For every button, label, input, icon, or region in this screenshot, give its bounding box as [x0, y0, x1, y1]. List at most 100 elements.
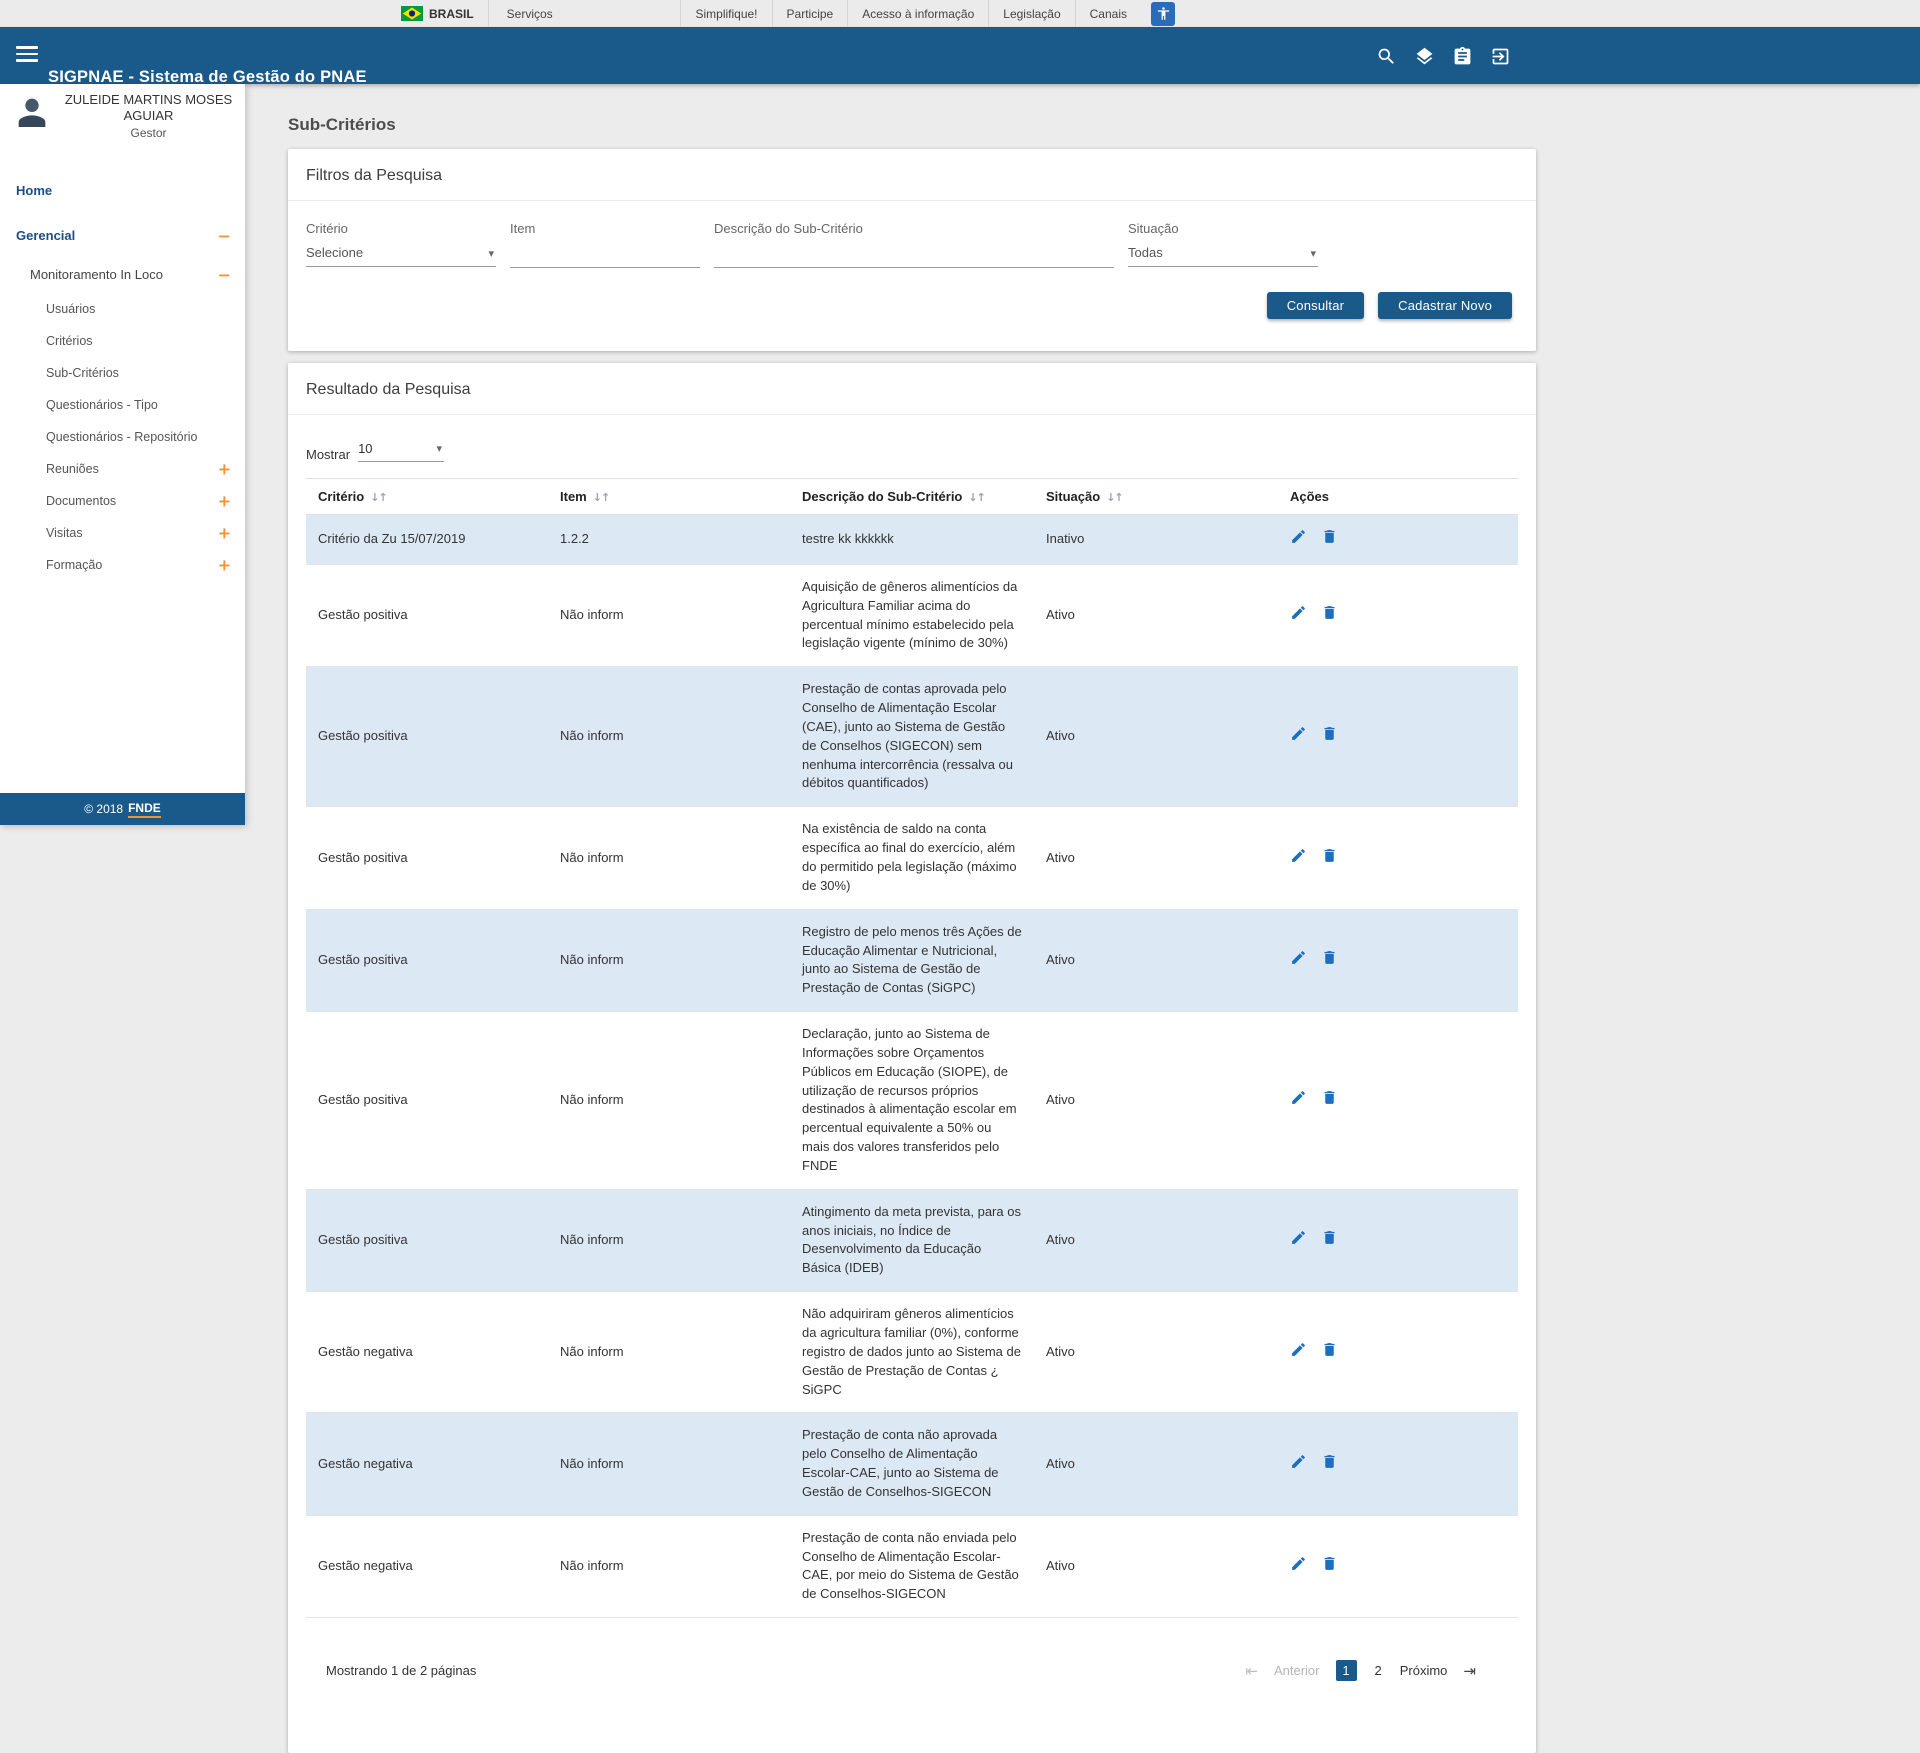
- collapse-icon[interactable]: −: [218, 265, 231, 284]
- edit-button[interactable]: [1290, 604, 1307, 627]
- sort-icon[interactable]: ↓↑: [370, 491, 387, 504]
- column-header-item[interactable]: Item ↓↑: [548, 478, 790, 515]
- cell-criterio: Critério da Zu 15/07/2019: [306, 514, 548, 565]
- cell-situacao: Ativo: [1034, 1412, 1278, 1516]
- edit-pencil-icon: [1292, 1342, 1305, 1356]
- sidebar-item-reunioes[interactable]: Reuniões +: [0, 453, 245, 485]
- criterio-select[interactable]: Selecione ▾: [306, 241, 496, 267]
- cell-acoes: [1278, 1291, 1518, 1414]
- column-header-situacao[interactable]: Situação ↓↑: [1034, 478, 1278, 515]
- cadastrar-novo-button[interactable]: Cadastrar Novo: [1378, 292, 1512, 319]
- expand-icon[interactable]: +: [218, 556, 231, 575]
- edit-button[interactable]: [1290, 949, 1307, 972]
- cell-item: Não inform: [548, 1011, 790, 1190]
- sort-icon[interactable]: ↓↑: [593, 491, 610, 504]
- govbar-link-participe[interactable]: Participe: [771, 0, 848, 27]
- edit-pencil-icon: [1292, 1231, 1305, 1244]
- delete-button[interactable]: [1321, 528, 1338, 551]
- sidebar-item-questionarios-tipo[interactable]: Questionários - Tipo: [0, 389, 245, 421]
- page-size-select[interactable]: 10 ▾: [358, 439, 445, 462]
- chevron-down-icon: ▾: [436, 442, 443, 455]
- accessibility-button[interactable]: [1151, 1, 1175, 26]
- column-label: Situação: [1046, 489, 1101, 504]
- next-page-button[interactable]: Próximo: [1400, 1663, 1448, 1678]
- expand-icon[interactable]: +: [218, 524, 231, 543]
- sidebar-item-monitoramento-in-loco[interactable]: Monitoramento In Loco −: [0, 256, 245, 293]
- item-label: Item: [510, 221, 536, 236]
- main-content: Sub-Critérios Filtros da Pesquisa Critér…: [288, 84, 1536, 1753]
- sidebar-item-formacao[interactable]: Formação +: [0, 549, 245, 581]
- govbar-link-legislacao[interactable]: Legislação: [988, 0, 1074, 27]
- delete-button[interactable]: [1321, 1089, 1338, 1112]
- last-page-icon[interactable]: ⇥: [1463, 1662, 1476, 1680]
- descricao-input[interactable]: [714, 241, 1114, 268]
- collapse-icon[interactable]: −: [218, 226, 231, 245]
- table-row: Gestão positiva Não inform Atingimento da …: [306, 1189, 1518, 1293]
- results-card-title: Resultado da Pesquisa: [288, 363, 1536, 415]
- logout-button[interactable]: [1488, 44, 1512, 68]
- sidebar-item-usuarios[interactable]: Usuários: [0, 293, 245, 325]
- sidebar-item-gerencial[interactable]: Gerencial −: [0, 217, 245, 254]
- edit-button[interactable]: [1290, 1089, 1307, 1112]
- cell-criterio: Gestão positiva: [306, 1189, 548, 1293]
- column-header-descricao-do-sub-criterio[interactable]: Descrição do Sub-Critério ↓↑: [790, 478, 1034, 515]
- assignment-button[interactable]: [1450, 44, 1474, 68]
- sidebar-item-label: Documentos: [46, 494, 117, 509]
- delete-button[interactable]: [1321, 604, 1338, 627]
- trash-icon: [1324, 606, 1335, 619]
- column-label: Item: [560, 489, 587, 504]
- cell-item: Não inform: [548, 666, 790, 808]
- sidebar-subitems: Usuários Critérios Sub-Critérios Questionár…: [0, 293, 245, 581]
- table-row: Critério da Zu 15/07/2019 1.2.2 testre kk …: [306, 514, 1518, 565]
- table-row: Gestão negativa Não inform Prestação de co…: [306, 1515, 1518, 1619]
- cell-situacao: Ativo: [1034, 909, 1278, 1013]
- layers-icon: [1416, 47, 1432, 64]
- edit-button[interactable]: [1290, 1453, 1307, 1476]
- situacao-select[interactable]: Todas ▾: [1128, 241, 1318, 267]
- item-input[interactable]: [510, 241, 700, 268]
- sidebar-item-questionarios-repositorio[interactable]: Questionários - Repositório: [0, 421, 245, 453]
- consultar-button[interactable]: Consultar: [1266, 292, 1365, 319]
- edit-button[interactable]: [1290, 1555, 1307, 1578]
- delete-button[interactable]: [1321, 1453, 1338, 1476]
- sort-icon[interactable]: ↓↑: [968, 491, 985, 504]
- govbar-link-simplifique[interactable]: Simplifique!: [680, 0, 771, 27]
- edit-button[interactable]: [1290, 528, 1307, 551]
- sidebar-item-documentos[interactable]: Documentos +: [0, 485, 245, 517]
- sidebar-item-label: Home: [16, 183, 53, 199]
- edit-button[interactable]: [1290, 725, 1307, 748]
- edit-button[interactable]: [1290, 1341, 1307, 1364]
- sidebar-item-home[interactable]: Home: [0, 172, 245, 209]
- delete-button[interactable]: [1321, 725, 1338, 748]
- page-2-button[interactable]: 2: [1373, 1663, 1384, 1678]
- cell-situacao: Ativo: [1034, 1515, 1278, 1619]
- search-button[interactable]: [1374, 44, 1398, 68]
- delete-button[interactable]: [1321, 1555, 1338, 1578]
- delete-button[interactable]: [1321, 949, 1338, 972]
- cell-criterio: Gestão positiva: [306, 806, 548, 910]
- cell-situacao: Ativo: [1034, 1189, 1278, 1293]
- edit-button[interactable]: [1290, 847, 1307, 870]
- sidebar-item-sub-criterios[interactable]: Sub-Critérios: [0, 357, 245, 389]
- fnde-link[interactable]: FNDE: [128, 801, 161, 818]
- delete-button[interactable]: [1321, 1229, 1338, 1252]
- menu-toggle-button[interactable]: [16, 46, 38, 62]
- expand-icon[interactable]: +: [218, 492, 231, 511]
- column-header-criterio[interactable]: Critério ↓↑: [306, 478, 548, 515]
- delete-button[interactable]: [1321, 1341, 1338, 1364]
- sidebar-item-criterios[interactable]: Critérios: [0, 325, 245, 357]
- expand-icon[interactable]: +: [218, 460, 231, 479]
- page-1-button[interactable]: 1: [1335, 1660, 1357, 1682]
- govbar-link-canais[interactable]: Canais: [1074, 0, 1141, 27]
- sidebar-item-visitas[interactable]: Visitas +: [0, 517, 245, 549]
- govbar-servicos-link[interactable]: Serviços: [487, 0, 571, 27]
- table-row: Gestão negativa Não inform Não adquiriram …: [306, 1291, 1518, 1414]
- copyright-text: © 2018: [84, 802, 124, 816]
- govbar-link-acesso-a-informacao[interactable]: Acesso à informação: [847, 0, 988, 27]
- sort-icon[interactable]: ↓↑: [1106, 491, 1123, 504]
- delete-button[interactable]: [1321, 847, 1338, 870]
- layers-button[interactable]: [1412, 44, 1436, 68]
- edit-button[interactable]: [1290, 1229, 1307, 1252]
- sidebar-item-label: Questionários - Repositório: [46, 430, 198, 445]
- filters-card-title: Filtros da Pesquisa: [288, 149, 1536, 201]
